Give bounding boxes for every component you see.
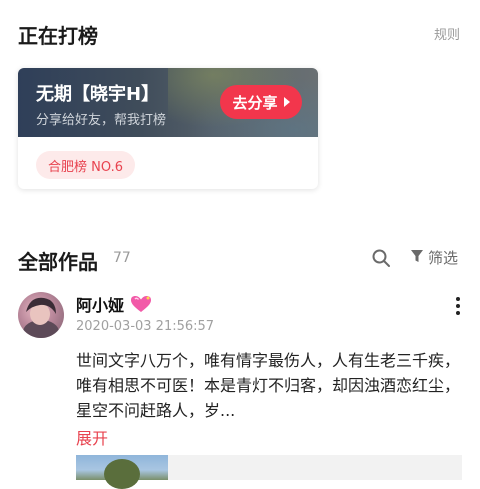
rank-card-title: 无期【晓宇H】	[36, 84, 160, 105]
post-author[interactable]: 阿小娅	[76, 292, 152, 317]
rank-card[interactable]: 无期【晓宇H】 分享给好友，帮我打榜 去分享 合肥榜 NO.6	[18, 68, 318, 189]
filter-button[interactable]: 筛选	[410, 247, 458, 268]
filter-icon	[410, 248, 424, 268]
play-triangle-icon	[283, 97, 290, 107]
avatar[interactable]	[18, 292, 64, 338]
rank-card-banner: 无期【晓宇H】 分享给好友，帮我打榜 去分享	[18, 68, 318, 137]
tree-image	[104, 459, 140, 489]
page-title: 正在打榜	[18, 24, 98, 48]
post-timestamp: 2020-03-03 21:56:57	[76, 319, 215, 334]
rules-link[interactable]: 规则	[434, 24, 460, 43]
more-icon[interactable]	[455, 297, 461, 315]
sparkle-heart-icon	[130, 295, 152, 317]
rank-card-subtitle: 分享给好友，帮我打榜	[36, 113, 167, 128]
works-title: 全部作品	[18, 250, 98, 274]
share-button[interactable]: 去分享	[220, 85, 302, 119]
post-image[interactable]	[76, 455, 168, 489]
works-count: 77	[113, 250, 131, 266]
share-button-label: 去分享	[232, 93, 278, 112]
rank-badge: 合肥榜 NO.6	[36, 151, 135, 179]
post-image-row	[76, 455, 462, 489]
expand-link[interactable]: 展开	[76, 425, 108, 449]
username: 阿小娅	[76, 296, 125, 315]
post-text: 世间文字八万个，唯有情字最伤人，人有生老三千疾，唯有相思不可医！本是青灯不归客，…	[76, 351, 461, 420]
search-icon[interactable]	[371, 248, 391, 268]
filter-label: 筛选	[428, 249, 459, 267]
